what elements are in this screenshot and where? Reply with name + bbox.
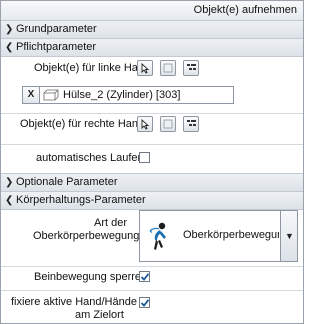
chevron-down-icon: ❮: [5, 195, 14, 206]
movement-type-value: Oberkörperbewegung (: [183, 229, 279, 241]
divider: [1, 266, 303, 267]
movement-type-label-line1: Art der: [94, 217, 128, 229]
leg-lock-label: Beinbewegung sperren: [34, 271, 148, 283]
cursor-select-button[interactable]: [137, 116, 153, 132]
list-select-icon: [187, 120, 196, 126]
box-select-icon: [163, 119, 173, 129]
chevron-down-icon: ❮: [5, 42, 14, 53]
movement-type-dropdown[interactable]: Oberkörperbewegung ( ▼: [139, 210, 298, 262]
objekt-aufnehmen-panel: Objekt(e) aufnehmen ❯ Grundparameter ❮ P…: [0, 0, 304, 324]
left-hand-object-field: X Hülse_2 (Zylinder) [303]: [22, 86, 234, 104]
list-select-button[interactable]: [183, 60, 199, 76]
remove-object-button[interactable]: X: [23, 87, 40, 103]
auto-run-checkbox[interactable]: [139, 152, 150, 163]
divider: [1, 290, 303, 291]
panel-title: Objekt(e) aufnehmen: [193, 4, 297, 16]
fix-hand-checkbox[interactable]: [139, 297, 150, 308]
section-koerperhaltungs-parameter[interactable]: ❮ Körperhaltungs-Parameter: [1, 191, 303, 210]
divider: [1, 113, 303, 114]
cursor-select-icon: [141, 63, 150, 74]
movement-type-label-line2: Oberkörperbewegung: [33, 230, 140, 242]
section-optionale-parameter[interactable]: ❯ Optionale Parameter: [1, 173, 303, 192]
dropdown-toggle[interactable]: ▼: [280, 211, 297, 261]
list-select-button[interactable]: [183, 116, 199, 132]
chevron-right-icon: ❯: [5, 24, 14, 35]
section-label: Körperhaltungs-Parameter: [16, 194, 146, 206]
divider: [1, 144, 303, 145]
cylinder-icon: [43, 89, 59, 101]
auto-run-label: automatisches Laufen: [36, 152, 144, 164]
cursor-select-button[interactable]: [137, 60, 153, 76]
title-bar: Objekt(e) aufnehmen: [1, 1, 303, 21]
section-label: Grundparameter: [16, 23, 97, 35]
check-icon: [140, 273, 150, 281]
section-pflichtparameter[interactable]: ❮ Pflichtparameter: [1, 38, 303, 57]
right-hand-label: Objekt(e) für rechte Hand: [20, 118, 145, 130]
left-hand-label: Objekt(e) für linke Hand: [34, 62, 151, 74]
section-grundparameter[interactable]: ❯ Grundparameter: [1, 20, 303, 39]
section-label: Pflichtparameter: [16, 41, 97, 53]
list-select-icon: [187, 64, 196, 70]
figure-icon: [149, 222, 166, 250]
cursor-select-icon: [141, 119, 150, 130]
chevron-down-icon: ▼: [285, 231, 294, 241]
chevron-right-icon: ❯: [5, 177, 14, 188]
left-hand-object-value: Hülse_2 (Zylinder) [303]: [63, 89, 181, 101]
box-select-icon: [163, 63, 173, 73]
fix-hand-label-line1: fixiere aktive Hand/Hände: [11, 296, 137, 308]
box-select-button[interactable]: [160, 60, 176, 76]
section-label: Optionale Parameter: [16, 176, 118, 188]
leg-lock-checkbox[interactable]: [139, 271, 150, 282]
box-select-button[interactable]: [160, 116, 176, 132]
check-icon: [140, 299, 150, 307]
fix-hand-label-line2: am Zielort: [75, 309, 124, 321]
